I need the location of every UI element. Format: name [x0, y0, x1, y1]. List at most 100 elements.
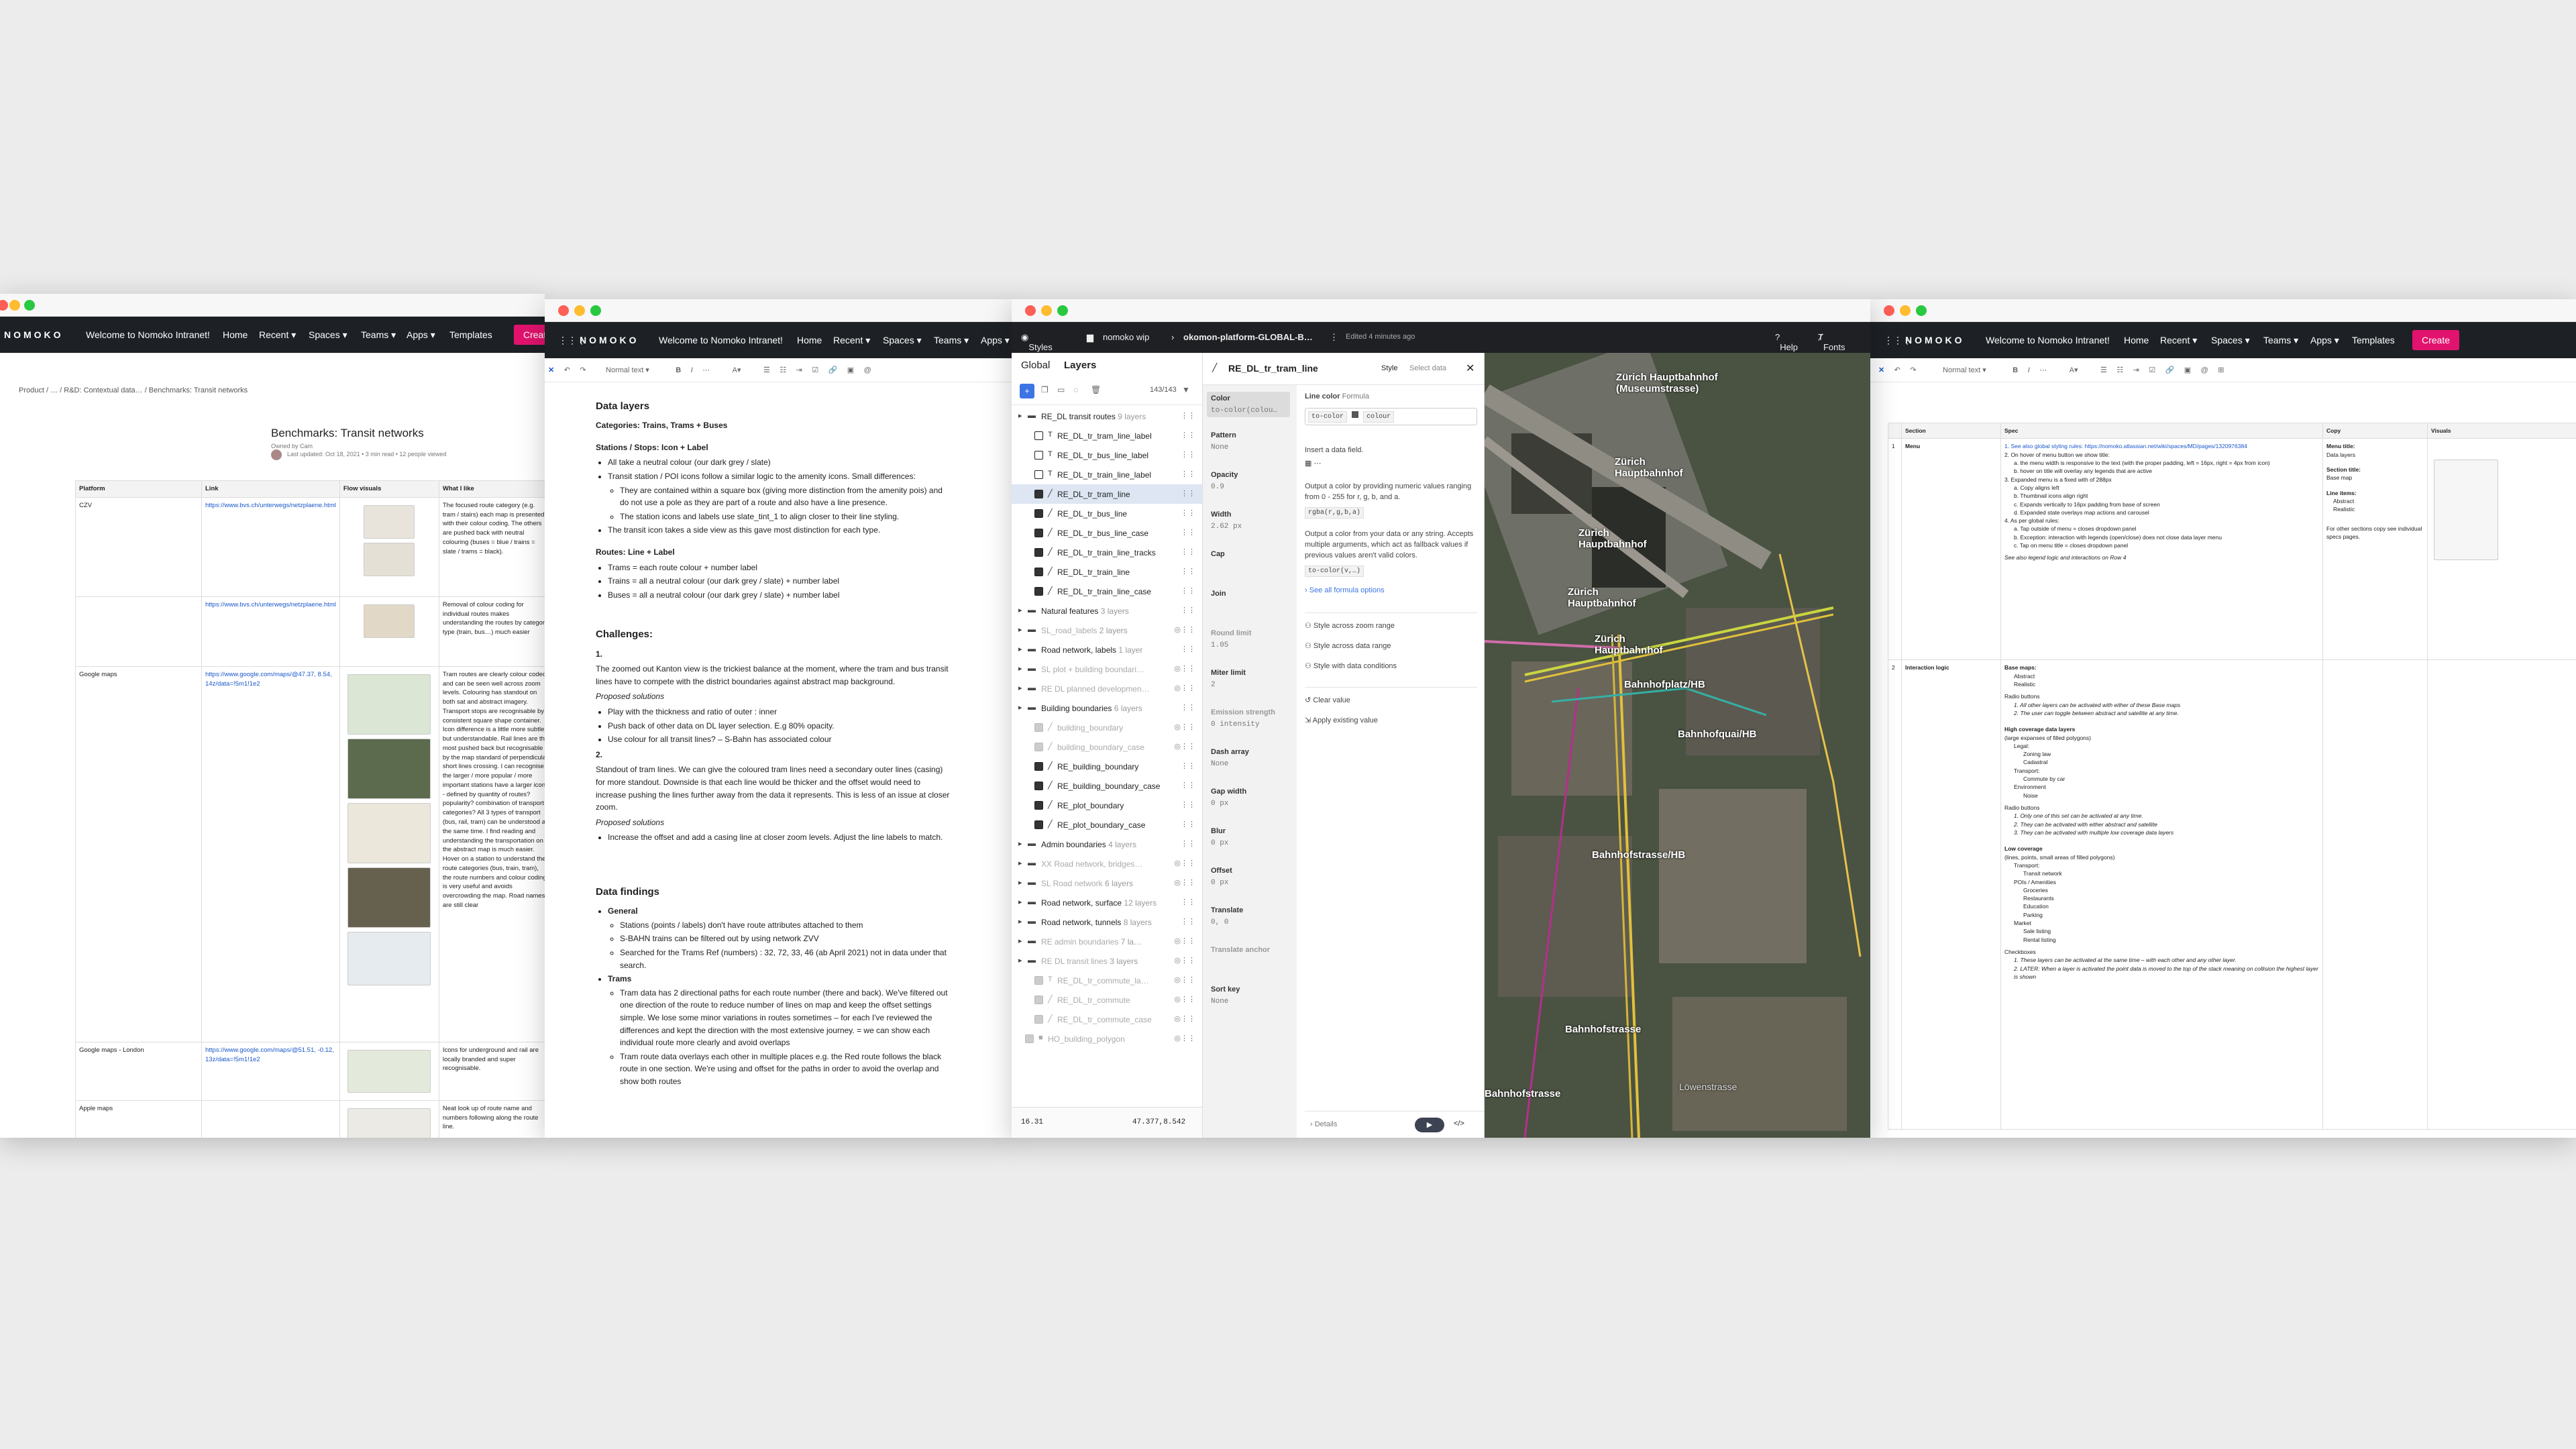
nomoko-logo[interactable]: NOMOKO [1905, 335, 1965, 345]
visibility-hidden-icon[interactable]: ◎ [1174, 664, 1181, 673]
satellite-thumbnail[interactable] [347, 867, 431, 928]
layer-row[interactable]: T RE_DL_tr_train_line_label ⋮⋮ [1012, 465, 1202, 484]
code-icon[interactable]: </> [1454, 1120, 1464, 1128]
style-across-data[interactable]: ⚇ Style across data range [1305, 641, 1477, 652]
map-label[interactable]: Zürich Hauptbahnhof [1578, 527, 1659, 550]
indent-icon[interactable]: ⇥ [2133, 366, 2139, 374]
style-property[interactable]: Opacity 0.9 [1211, 471, 1238, 491]
drag-handle-icon[interactable]: ⋮⋮ [1181, 470, 1195, 478]
undo-icon[interactable]: ↶ [564, 366, 570, 374]
layer-row[interactable]: ▸ ▬ SL_road_labels 2 layers ⋮⋮ ◎ [1012, 621, 1202, 640]
style-property[interactable]: Pattern None [1211, 431, 1236, 451]
layer-row[interactable]: ▸ ▬ RE admin boundaries 7 la… ⋮⋮ ◎ [1012, 932, 1202, 951]
numbered-list-icon[interactable]: ☷ [780, 366, 786, 374]
drag-handle-icon[interactable]: ⋮⋮ [1181, 956, 1195, 965]
nav-teams[interactable]: Teams ▾ [361, 329, 396, 341]
style-property[interactable]: Gap width 0 px [1211, 788, 1246, 808]
clear-value-button[interactable]: ↺ Clear value [1305, 686, 1477, 706]
drag-handle-icon[interactable]: ⋮⋮ [1181, 1014, 1195, 1023]
layer-row[interactable]: ▸ ▬ Natural features 3 layers ⋮⋮ [1012, 601, 1202, 621]
help-button[interactable]: ? Help [1775, 332, 1798, 352]
drag-handle-icon[interactable]: ⋮⋮ [1181, 878, 1195, 887]
image-icon[interactable]: ▣ [2184, 366, 2191, 374]
menu-mockup-thumbnail[interactable] [2434, 460, 2498, 561]
undo-icon[interactable]: ↶ [1894, 366, 1900, 374]
expand-caret-icon[interactable]: ▸ [1018, 917, 1022, 926]
link-cell[interactable]: https://www.bvs.ch/unterwegs/netzplaene.… [201, 596, 340, 667]
drag-handle-icon[interactable]: ⋮⋮ [1181, 450, 1195, 459]
checkbox-icon[interactable]: ☑ [812, 366, 818, 374]
link-icon[interactable]: 🔗 [2165, 366, 2175, 374]
nav-teams[interactable]: Teams ▾ [934, 335, 969, 346]
satellite-thumbnail[interactable] [347, 738, 431, 799]
details-toggle[interactable]: › Details [1310, 1120, 1337, 1128]
bullet-list-icon[interactable]: ☰ [763, 366, 770, 374]
nav-spaces[interactable]: Spaces ▾ [883, 335, 922, 346]
nav-recent[interactable]: Recent ▾ [2160, 335, 2197, 346]
text-style-select[interactable]: Normal text ▾ [606, 366, 649, 374]
style-property[interactable]: Join [1211, 590, 1226, 602]
data-field-icon[interactable]: ▦ ⋯ [1305, 459, 1477, 470]
styles-link[interactable]: ◉ Styles [1021, 332, 1053, 352]
layer-row[interactable]: ╱ RE_DL_tr_train_line ⋮⋮ [1012, 562, 1202, 582]
visibility-hidden-icon[interactable]: ◎ [1174, 1034, 1181, 1042]
nav-welcome[interactable]: Welcome to Nomoko Intranet! [1986, 335, 2110, 345]
nav-welcome[interactable]: Welcome to Nomoko Intranet! [659, 335, 783, 345]
nav-spaces[interactable]: Spaces ▾ [2211, 335, 2250, 346]
drag-handle-icon[interactable]: ⋮⋮ [1181, 528, 1195, 537]
numbered-list-icon[interactable]: ☷ [2116, 366, 2123, 374]
confluence-icon[interactable]: ✕ [548, 366, 554, 374]
minimize-window-button[interactable] [1900, 305, 1911, 316]
style-across-zoom[interactable]: ⚇ Style across zoom range [1305, 612, 1477, 632]
fonts-button[interactable]: Ⱦ Fonts [1818, 332, 1845, 352]
map-label[interactable]: Bahnhofstrasse/HB [1592, 849, 1693, 861]
indent-icon[interactable]: ⇥ [796, 366, 802, 374]
expand-caret-icon[interactable]: ▸ [1018, 839, 1022, 848]
link-cell[interactable] [201, 1099, 340, 1138]
drag-handle-icon[interactable]: ⋮⋮ [1181, 684, 1195, 692]
style-property[interactable]: Round limit 1.05 [1211, 629, 1252, 649]
expand-caret-icon[interactable]: ▸ [1018, 645, 1022, 653]
layer-row[interactable]: T RE_DL_tr_commute_la… ⋮⋮ ◎ [1012, 971, 1202, 990]
nav-recent[interactable]: Recent ▾ [259, 329, 296, 341]
nav-home[interactable]: Home [223, 329, 248, 340]
layer-row[interactable]: ╱ RE_building_boundary_case ⋮⋮ [1012, 776, 1202, 796]
layer-row[interactable]: ╱ RE_DL_tr_tram_line ⋮⋮ [1012, 484, 1202, 504]
drag-handle-icon[interactable]: ⋮⋮ [1181, 431, 1195, 439]
expand-caret-icon[interactable]: ▸ [1018, 936, 1022, 945]
redo-icon[interactable]: ↷ [580, 366, 586, 374]
expand-caret-icon[interactable]: ▸ [1018, 411, 1022, 420]
layer-title[interactable]: RE_DL_tr_tram_line [1228, 363, 1318, 374]
drag-handle-icon[interactable]: ⋮⋮ [1181, 586, 1195, 595]
visibility-hidden-icon[interactable]: ◎ [1174, 722, 1181, 731]
text-style-select[interactable]: Normal text ▾ [1943, 366, 1986, 374]
map-thumbnail[interactable] [347, 931, 431, 985]
layer-row[interactable]: ╱ RE_plot_boundary ⋮⋮ [1012, 796, 1202, 815]
expand-caret-icon[interactable]: ▸ [1018, 664, 1022, 673]
drag-handle-icon[interactable]: ⋮⋮ [1181, 489, 1195, 498]
layer-row[interactable]: T RE_DL_tr_bus_line_label ⋮⋮ [1012, 445, 1202, 465]
layer-row[interactable]: ╱ RE_DL_tr_bus_line_case ⋮⋮ [1012, 523, 1202, 543]
map-label[interactable]: Bahnhofstrasse [1485, 1088, 1585, 1099]
map-label[interactable]: Zürich Hauptbahnhof (Museumstrasse) [1616, 372, 1723, 394]
image-icon[interactable]: ▣ [847, 366, 854, 374]
link-cell[interactable]: https://www.google.com/maps/@47.37, 8.54… [201, 665, 340, 1042]
tab-style[interactable]: Style [1381, 364, 1397, 372]
style-property[interactable]: Cap [1211, 550, 1225, 562]
drag-handle-icon[interactable]: ⋮⋮ [1181, 645, 1195, 653]
nomoko-logo[interactable]: NOMOKO [580, 335, 639, 345]
style-property[interactable]: Offset 0 px [1211, 867, 1232, 887]
play-button[interactable]: ▶ [1415, 1118, 1444, 1132]
layer-row[interactable]: ╱ RE_building_boundary ⋮⋮ [1012, 757, 1202, 776]
rgba-expression[interactable]: rgba(r,g,b,a) [1305, 507, 1477, 519]
apply-existing-button[interactable]: ⇲ Apply existing value [1305, 716, 1477, 727]
drag-handle-icon[interactable]: ⋮⋮ [1181, 995, 1195, 1004]
table-icon[interactable]: ⊞ [2218, 366, 2224, 374]
filter-icon[interactable]: ▼ [1182, 385, 1190, 394]
drag-handle-icon[interactable]: ⋮⋮ [1181, 781, 1195, 790]
visibility-hidden-icon[interactable]: ◎ [1174, 878, 1181, 887]
more-icon[interactable]: ⋮ [1330, 332, 1338, 343]
map-canvas[interactable]: Zürich Hauptbahnhof (Museumstrasse) Züri… [1485, 353, 1870, 1138]
nav-home[interactable]: Home [797, 335, 822, 345]
nav-spaces[interactable]: Spaces ▾ [309, 329, 347, 341]
